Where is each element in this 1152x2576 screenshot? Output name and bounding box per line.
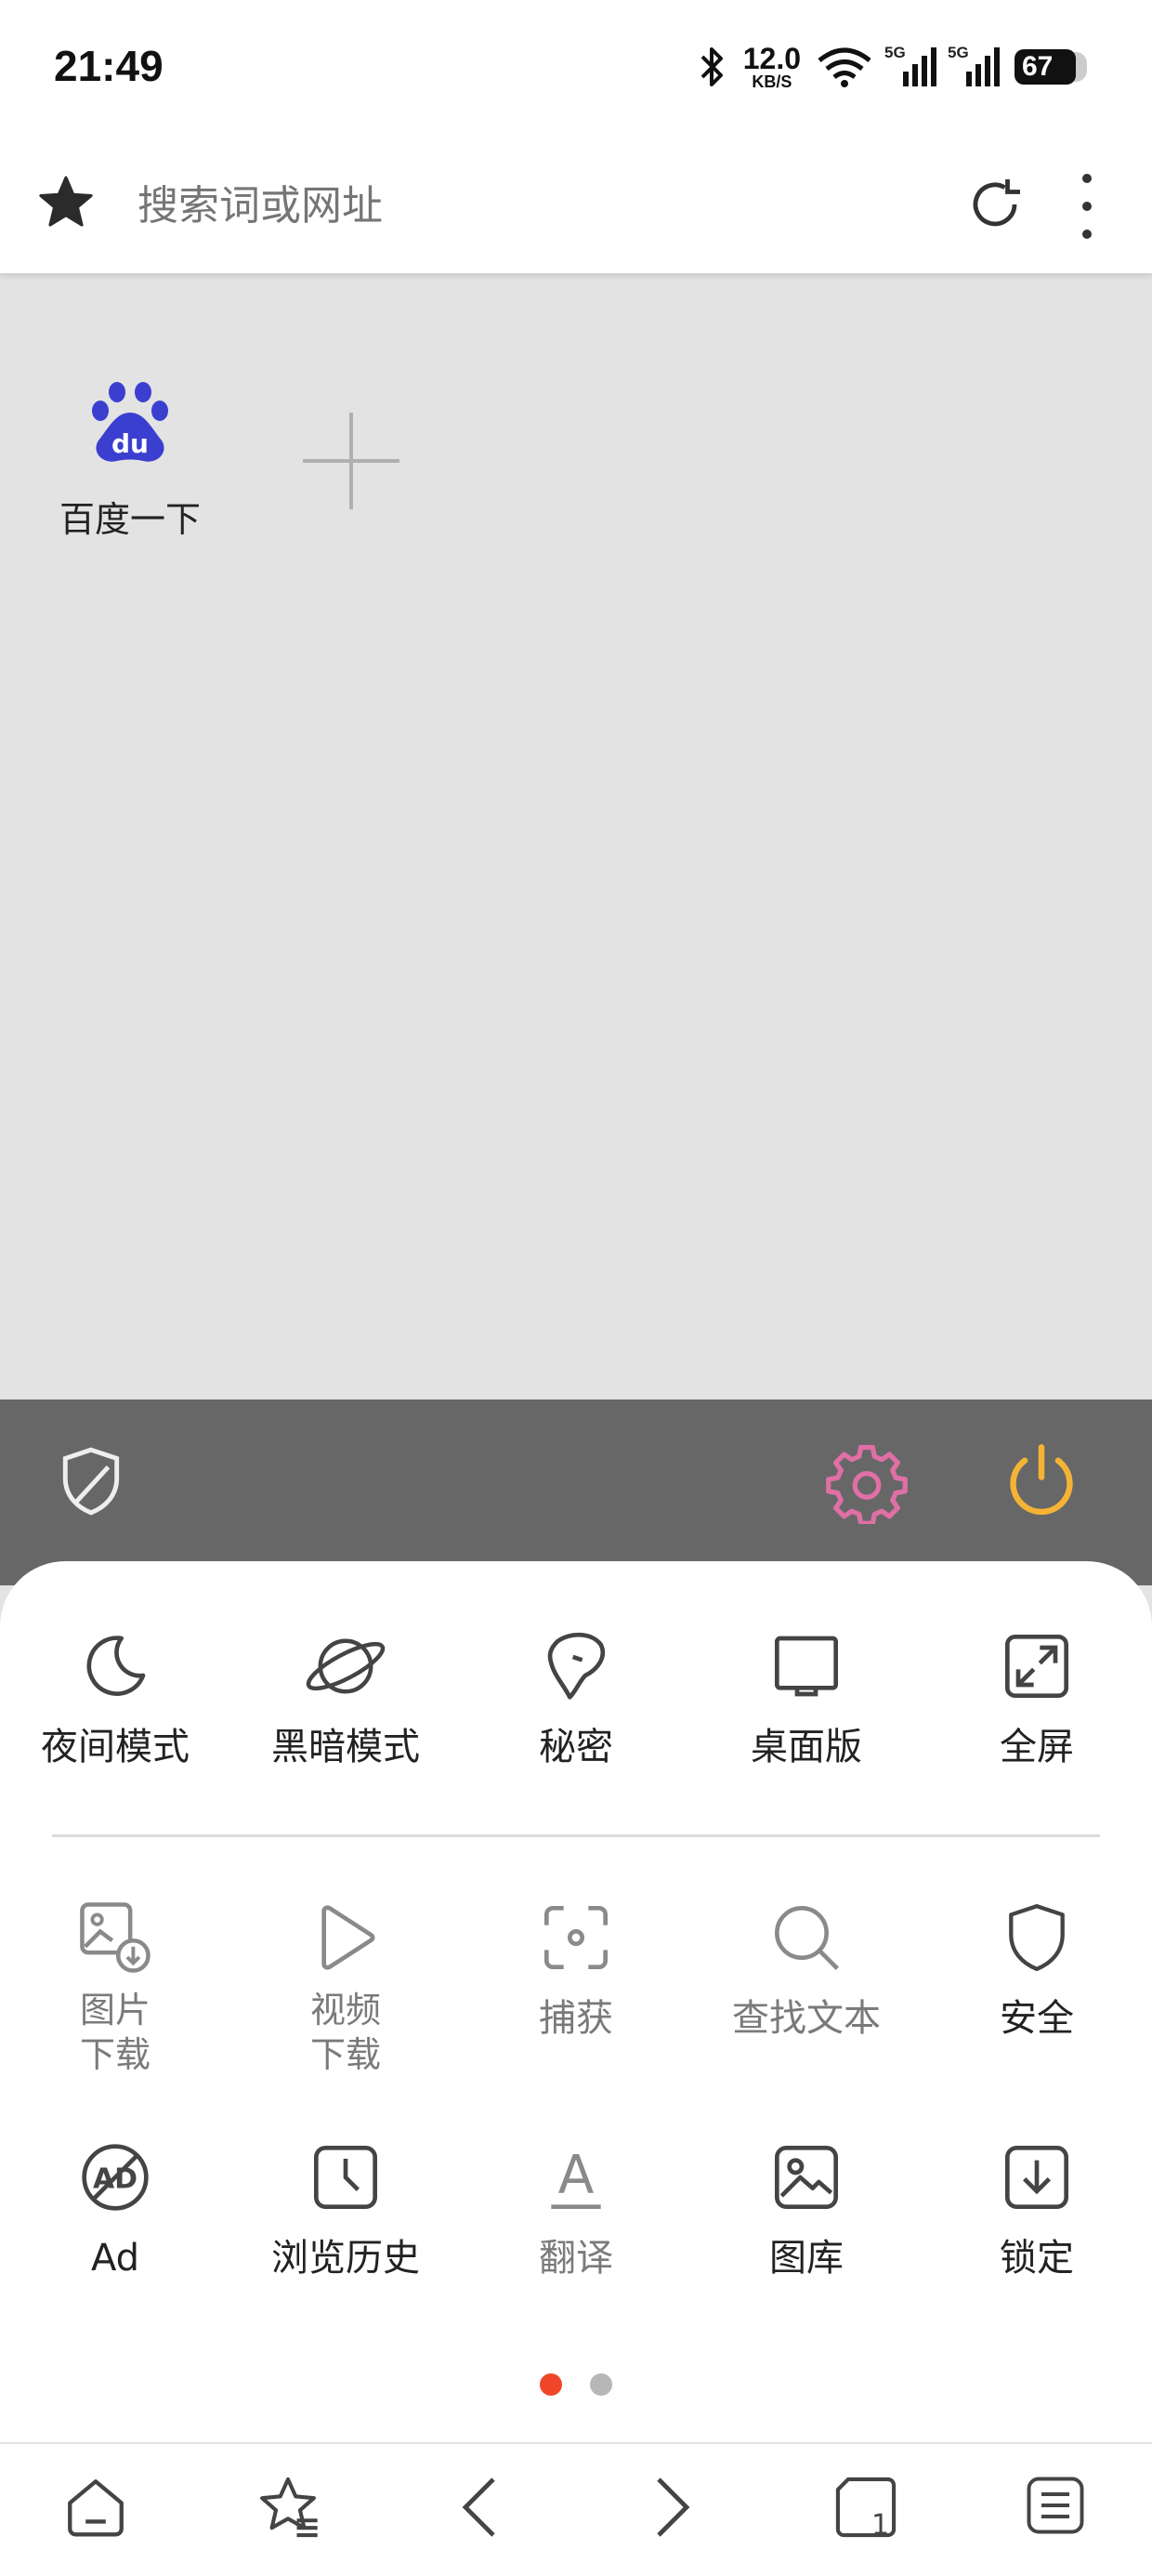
- menu-item-ad-block[interactable]: AD Ad: [0, 2136, 230, 2280]
- history-icon: [308, 2136, 383, 2219]
- shield-icon: [1001, 1896, 1072, 1979]
- sim2-label: 5G: [948, 44, 969, 61]
- power-icon[interactable]: [1001, 1440, 1081, 1524]
- menu-item-label: 捕获: [539, 1997, 613, 2040]
- forward-icon[interactable]: [645, 2472, 700, 2543]
- menu-item-label: 浏览历史: [271, 2237, 420, 2280]
- bookmark-star-icon[interactable]: [37, 173, 95, 230]
- bluetooth-icon: [697, 46, 728, 88]
- menu-item-label: 查找文本: [732, 1997, 881, 2040]
- mask-icon: [543, 1624, 609, 1708]
- menu-item-label: 秘密: [539, 1726, 613, 1768]
- fullscreen-icon: [1000, 1624, 1074, 1708]
- status-bar: 21:49 12.0 KB/S 5G 5G 67: [0, 0, 1152, 139]
- menu-item-label: 锁定: [1000, 2237, 1074, 2280]
- monitor-icon: [769, 1624, 844, 1708]
- label-line-1: 视频: [309, 1990, 381, 2031]
- menu-item-label: 视频 下载: [310, 1989, 381, 2077]
- page-indicator: [0, 2373, 1152, 2396]
- battery-level: 67: [1015, 49, 1076, 85]
- refresh-icon[interactable]: [962, 171, 1028, 238]
- network-speed-value: 12.0: [742, 42, 801, 75]
- more-options-icon[interactable]: [1078, 169, 1096, 243]
- menu-sheet: 夜间模式 黑暗模式 秘密 桌面版 全屏 图片 下载 视频 下载 捕获 查找文本 …: [0, 1561, 1152, 2444]
- status-icons: 12.0 KB/S 5G 5G 67: [697, 39, 1087, 95]
- menu-item-label: 夜间模式: [41, 1726, 190, 1768]
- label-line-1: 图片: [79, 1990, 151, 2031]
- back-icon[interactable]: [452, 2472, 507, 2543]
- image-download-icon: [76, 1896, 154, 1979]
- search-icon: [769, 1896, 844, 1979]
- shield-icon[interactable]: [56, 1444, 126, 1518]
- tabs-button[interactable]: 1: [831, 2472, 901, 2543]
- menu-icon[interactable]: [1022, 2472, 1089, 2539]
- ad-block-icon: AD: [78, 2136, 152, 2219]
- label-line-2: 下载: [309, 2033, 381, 2075]
- menu-item-label: Ad: [90, 2237, 140, 2280]
- cellular-signal-2-icon: 5G: [948, 44, 1000, 88]
- address-input[interactable]: [136, 177, 901, 234]
- menu-item-night-mode[interactable]: 夜间模式: [0, 1624, 230, 1769]
- gallery-icon: [769, 2136, 844, 2219]
- menu-item-label: 翻译: [539, 2237, 613, 2280]
- menu-item-label: 全屏: [1000, 1726, 1074, 1768]
- menu-item-security[interactable]: 安全: [922, 1896, 1152, 2041]
- wifi-icon: [816, 46, 873, 88]
- bookmarks-icon[interactable]: [253, 2472, 323, 2543]
- menu-row-2: 图片 下载 视频 下载 捕获 查找文本 安全: [0, 1896, 1152, 2082]
- network-speed: 12.0 KB/S: [743, 44, 801, 90]
- network-speed-unit: KB/S: [752, 72, 792, 91]
- speed-dial-tile-baidu[interactable]: du 百度一下: [46, 375, 214, 542]
- page-dot-2[interactable]: [590, 2373, 612, 2396]
- sim1-label: 5G: [884, 44, 906, 61]
- menu-item-capture[interactable]: 捕获: [461, 1896, 691, 2041]
- capture-icon: [539, 1896, 613, 1979]
- svg-text:du: du: [111, 428, 149, 459]
- menu-item-dark-mode[interactable]: 黑暗模式: [230, 1624, 461, 1769]
- page-dot-1[interactable]: [540, 2373, 562, 2396]
- menu-item-gallery[interactable]: 图库: [691, 2136, 922, 2280]
- speed-dial: du 百度一下: [0, 273, 1152, 1400]
- menu-row-1: 夜间模式 黑暗模式 秘密 桌面版 全屏: [0, 1624, 1152, 1810]
- settings-gear-icon[interactable]: [825, 1440, 909, 1524]
- menu-panel-header: [0, 1400, 1152, 1585]
- menu-item-label: 安全: [1000, 1997, 1074, 2040]
- menu-item-label: 桌面版: [751, 1726, 862, 1768]
- menu-item-video-download[interactable]: 视频 下载: [230, 1896, 461, 2077]
- address-bar: [0, 139, 1152, 273]
- speed-dial-tile-label: 百度一下: [59, 499, 201, 540]
- menu-item-incognito[interactable]: 秘密: [461, 1624, 691, 1769]
- planet-icon: [301, 1624, 390, 1708]
- bottom-nav: 1: [0, 2442, 1152, 2576]
- translate-icon: A: [539, 2136, 613, 2219]
- menu-divider: [52, 1834, 1100, 1837]
- add-tile-plus-icon[interactable]: [295, 405, 407, 517]
- translate-icon-text: A: [558, 2145, 595, 2206]
- menu-item-image-download[interactable]: 图片 下载: [0, 1896, 230, 2077]
- menu-item-desktop-version[interactable]: 桌面版: [691, 1624, 922, 1769]
- menu-item-translate[interactable]: A 翻译: [461, 2136, 691, 2280]
- play-icon: [308, 1896, 383, 1979]
- moon-icon: [78, 1624, 152, 1708]
- label-line-2: 下载: [79, 2033, 151, 2075]
- home-icon[interactable]: [61, 2472, 130, 2543]
- menu-item-label: 图片 下载: [80, 1989, 151, 2077]
- lock-download-icon: [1000, 2136, 1074, 2219]
- menu-item-label: 图库: [769, 2237, 844, 2280]
- menu-item-find-text[interactable]: 查找文本: [691, 1896, 922, 2041]
- status-time: 21:49: [54, 42, 164, 90]
- menu-item-fullscreen[interactable]: 全屏: [922, 1624, 1152, 1769]
- menu-row-3: AD Ad 浏览历史 A 翻译 图库 锁定: [0, 2136, 1152, 2321]
- menu-item-label: 黑暗模式: [271, 1726, 420, 1768]
- battery-icon: 67: [1015, 49, 1087, 85]
- cellular-signal-1-icon: 5G: [884, 44, 936, 88]
- baidu-logo-icon: du: [84, 375, 177, 468]
- menu-item-history[interactable]: 浏览历史: [230, 2136, 461, 2280]
- menu-item-lock[interactable]: 锁定: [922, 2136, 1152, 2280]
- tab-count: 1: [871, 2509, 890, 2542]
